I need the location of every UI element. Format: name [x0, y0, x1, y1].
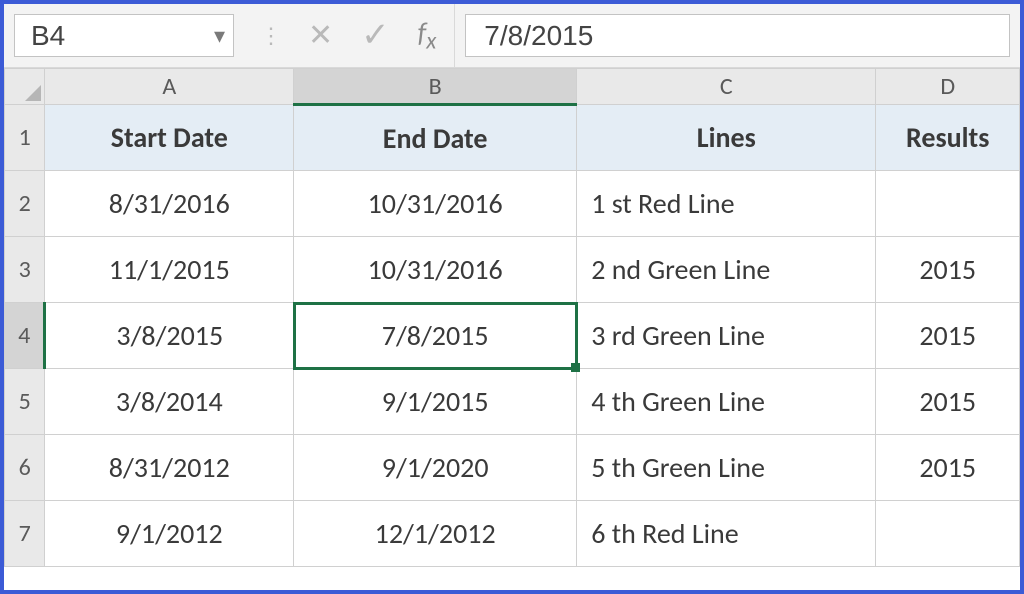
- cell-C6[interactable]: 5 th Green Line: [577, 435, 876, 501]
- accept-formula-icon[interactable]: ✓: [361, 15, 390, 56]
- formula-bar-drag-handle-icon[interactable]: ⋮: [260, 22, 280, 49]
- row-header-3[interactable]: 3: [5, 237, 45, 303]
- cell-A5[interactable]: 3/8/2014: [45, 369, 294, 435]
- cell-A3[interactable]: 11/1/2015: [45, 237, 294, 303]
- row-header-4[interactable]: 4: [5, 303, 45, 369]
- cell-A6[interactable]: 8/31/2012: [45, 435, 294, 501]
- cell-D5[interactable]: 2015: [876, 369, 1020, 435]
- cell-B7[interactable]: 12/1/2012: [294, 501, 577, 567]
- cell-D3[interactable]: 2015: [876, 237, 1020, 303]
- column-header-D[interactable]: D: [876, 69, 1020, 105]
- column-header-B[interactable]: B: [294, 69, 577, 105]
- cell-C1[interactable]: Lines: [577, 105, 876, 171]
- column-header-A[interactable]: A: [45, 69, 294, 105]
- cell-B3[interactable]: 10/31/2016: [294, 237, 577, 303]
- cell-D2[interactable]: [876, 171, 1020, 237]
- cell-C3[interactable]: 2 nd Green Line: [577, 237, 876, 303]
- cell-A7[interactable]: 9/1/2012: [45, 501, 294, 567]
- cell-B6[interactable]: 9/1/2020: [294, 435, 577, 501]
- cell-D7[interactable]: [876, 501, 1020, 567]
- formula-input-wrap[interactable]: [465, 14, 1010, 57]
- cell-C2[interactable]: 1 st Red Line: [577, 171, 876, 237]
- cell-A2[interactable]: 8/31/2016: [45, 171, 294, 237]
- cell-B4[interactable]: 7/8/2015: [294, 303, 577, 369]
- cell-C5[interactable]: 4 th Green Line: [577, 369, 876, 435]
- cancel-formula-icon[interactable]: ✕: [308, 17, 333, 54]
- column-header-C[interactable]: C: [577, 69, 876, 105]
- row-header-7[interactable]: 7: [5, 501, 45, 567]
- cell-A4[interactable]: 3/8/2015: [45, 303, 294, 369]
- cell-D1[interactable]: Results: [876, 105, 1020, 171]
- insert-function-icon[interactable]: fx: [418, 15, 437, 56]
- select-all-corner[interactable]: [5, 69, 45, 105]
- formula-input[interactable]: [482, 19, 1009, 53]
- excel-window: ▾ ⋮ ✕ ✓ fx A B C D: [0, 0, 1024, 594]
- cell-B1[interactable]: End Date: [294, 105, 577, 171]
- formula-bar-controls: ⋮ ✕ ✓ fx: [242, 4, 455, 67]
- name-box-caret-icon[interactable]: ▾: [214, 22, 225, 49]
- formula-bar: ▾ ⋮ ✕ ✓ fx: [4, 4, 1020, 68]
- row-header-6[interactable]: 6: [5, 435, 45, 501]
- row-header-1[interactable]: 1: [5, 105, 45, 171]
- cell-C4[interactable]: 3 rd Green Line: [577, 303, 876, 369]
- cell-B2[interactable]: 10/31/2016: [294, 171, 577, 237]
- row-header-5[interactable]: 5: [5, 369, 45, 435]
- cell-D4[interactable]: 2015: [876, 303, 1020, 369]
- name-box-input[interactable]: [29, 19, 179, 53]
- name-box[interactable]: ▾: [14, 14, 234, 57]
- cell-C7[interactable]: 6 th Red Line: [577, 501, 876, 567]
- spreadsheet-grid[interactable]: A B C D 1 Start Date End Date Lines Resu…: [4, 68, 1020, 567]
- row-header-2[interactable]: 2: [5, 171, 45, 237]
- cell-A1[interactable]: Start Date: [45, 105, 294, 171]
- cell-B5[interactable]: 9/1/2015: [294, 369, 577, 435]
- cell-D6[interactable]: 2015: [876, 435, 1020, 501]
